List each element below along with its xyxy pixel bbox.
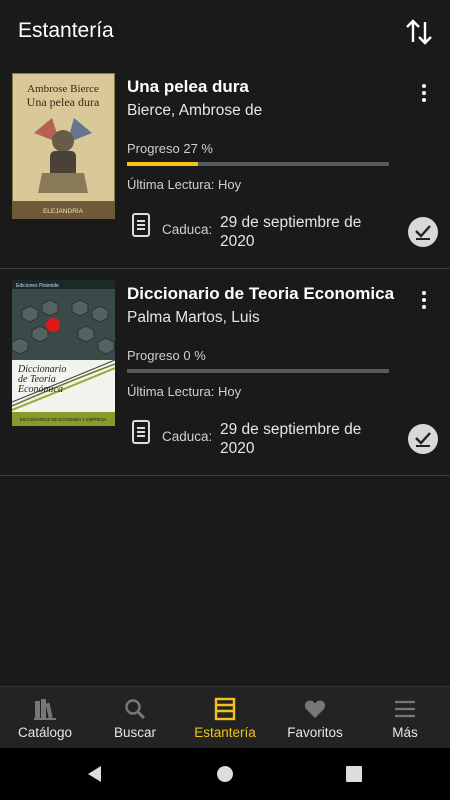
sort-arrows-icon[interactable] <box>404 18 434 46</box>
back-icon[interactable] <box>83 762 107 786</box>
book-item[interactable]: Ambrose Bierce Una pelea dura ELEJANDRIA… <box>0 62 450 269</box>
recents-icon[interactable] <box>342 762 366 786</box>
nav-catalogo[interactable]: Catálogo <box>0 687 90 749</box>
nav-estanteria[interactable]: Estantería <box>180 687 270 749</box>
nav-favoritos[interactable]: Favoritos <box>270 687 360 749</box>
nav-label: Favoritos <box>287 725 343 740</box>
cover-title-line3: Económica <box>17 384 63 395</box>
cover-publisher-text: ELEJANDRIA <box>43 208 84 215</box>
cover-bottom-text: DICCIONARIOS DE ECONOMÍA Y EMPRESA <box>20 417 107 422</box>
book-cover[interactable]: Ediciones Pirámide Diccionario de Teoría… <box>12 280 115 426</box>
book-cover[interactable]: Ambrose Bierce Una pelea dura ELEJANDRIA <box>12 73 115 219</box>
more-options-icon[interactable] <box>416 289 432 313</box>
books-icon <box>34 699 56 720</box>
bottom-navigation: Catálogo Buscar Estantería Favoritos Más <box>0 686 450 748</box>
progress-bar <box>127 162 389 166</box>
return-check-icon[interactable] <box>408 217 438 247</box>
last-read-label: Última Lectura: Hoy <box>127 384 242 399</box>
book-item[interactable]: Ediciones Pirámide Diccionario de Teoría… <box>0 269 450 476</box>
page-title: Estantería <box>18 19 114 42</box>
heart-icon <box>304 700 326 718</box>
book-title[interactable]: Una pelea dura <box>127 77 249 97</box>
nav-label: Más <box>392 725 418 740</box>
home-icon[interactable] <box>213 762 237 786</box>
nav-buscar[interactable]: Buscar <box>90 687 180 749</box>
nav-label: Estantería <box>194 725 256 740</box>
nav-mas[interactable]: Más <box>360 687 450 749</box>
expires-date: 29 de septiembre de 2020 <box>220 214 362 250</box>
cover-author-text: Ambrose Bierce <box>27 83 99 95</box>
book-title[interactable]: Diccionario de Teoria Economica <box>127 284 394 304</box>
return-check-icon[interactable] <box>408 424 438 454</box>
progress-label: Progreso 27 % <box>127 141 213 156</box>
system-navigation-bar <box>0 748 450 800</box>
book-author: Palma Martos, Luis <box>127 309 260 326</box>
search-icon <box>125 699 146 720</box>
book-author: Bierce, Ambrose de <box>127 102 263 119</box>
document-icon <box>132 213 150 237</box>
more-options-icon[interactable] <box>416 82 432 106</box>
document-icon <box>132 420 150 444</box>
nav-label: Catálogo <box>17 725 73 740</box>
expires-date: 29 de septiembre de 2020 <box>220 421 362 457</box>
progress-bar <box>127 369 389 373</box>
app-bar: Estantería <box>0 0 450 62</box>
last-read-label: Última Lectura: Hoy <box>127 177 242 192</box>
cover-top-text: Ediciones Pirámide <box>16 283 59 289</box>
expires-label: Caduca: <box>162 222 213 237</box>
progress-label: Progreso 0 % <box>127 348 206 363</box>
menu-icon <box>395 700 415 718</box>
progress-fill <box>127 162 198 166</box>
expires-label: Caduca: <box>162 429 213 444</box>
cover-title-text: Una pelea dura <box>27 95 100 109</box>
shelf-icon <box>214 697 236 721</box>
nav-label: Buscar <box>113 725 157 740</box>
